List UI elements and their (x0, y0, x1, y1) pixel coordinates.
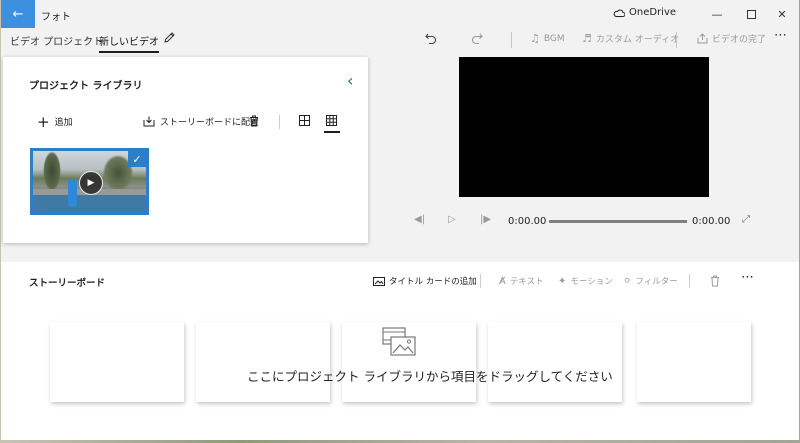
trash-icon (711, 275, 719, 287)
total-time: 0:00.00 (692, 216, 731, 227)
finish-video-button[interactable]: ビデオの完了 (697, 32, 766, 45)
music-note-icon: ♫ (530, 32, 540, 45)
text-button[interactable]: A̸ テキスト (499, 275, 544, 288)
thumbnail-scene (33, 195, 146, 212)
next-frame-button[interactable]: |▶ (480, 214, 491, 225)
title-card-icon (373, 276, 385, 286)
custom-audio-label: カスタム オーディオ (595, 35, 680, 45)
maximize-icon (746, 9, 756, 19)
storyboard-more-button[interactable]: ⋯ (741, 270, 754, 285)
storyboard-title: ストーリーボード (29, 278, 106, 289)
motion-label: モーション (570, 277, 613, 287)
undo-button[interactable] (424, 32, 437, 45)
media-placeholder-icon (382, 327, 416, 356)
thumbnail-scene (43, 151, 61, 191)
storyboard-slot (196, 322, 330, 402)
motion-icon: ✦ (558, 275, 567, 287)
breadcrumb-current-video[interactable]: 新しいビデオ (99, 33, 159, 53)
checkmark-icon[interactable]: ✓ (128, 151, 146, 167)
onedrive-button[interactable]: OneDrive (613, 7, 676, 18)
place-in-storyboard-label: ストーリーボードに配置 (160, 118, 260, 128)
close-icon: ✕ (777, 7, 787, 21)
collapse-library-button[interactable]: ‹ (347, 71, 353, 90)
chevron-right-icon: › (85, 32, 90, 45)
pencil-icon (164, 32, 175, 43)
step-forward-icon: |▶ (480, 214, 492, 225)
redo-button[interactable] (471, 32, 484, 45)
finish-video-label: ビデオの完了 (712, 35, 767, 45)
more-icon: ⋯ (741, 270, 754, 285)
play-button[interactable]: ▷ (448, 214, 456, 225)
grid-large-icon (299, 115, 310, 126)
storyboard-toolbar-divider (480, 274, 481, 288)
more-options-button[interactable]: ⋯ (774, 28, 787, 43)
previous-frame-button[interactable]: ◀| (414, 214, 425, 225)
project-library-title: プロジェクト ライブラリ (29, 81, 143, 92)
storyboard-toolbar-divider (689, 274, 690, 288)
bgm-label: BGM (543, 33, 565, 44)
rename-button[interactable] (163, 31, 176, 47)
add-button[interactable]: + 追加 (37, 112, 73, 131)
step-back-icon: ◀| (414, 214, 426, 225)
add-title-card-label: タイトル カードの追加 (389, 277, 477, 287)
place-in-storyboard-icon (143, 116, 155, 127)
expand-icon: ⤢ (742, 214, 750, 225)
maximize-button[interactable] (741, 4, 761, 24)
app-title: フォト (41, 12, 71, 23)
toolbar-divider (511, 32, 512, 48)
minimize-icon: — (711, 7, 723, 21)
library-toolbar-divider (279, 115, 280, 129)
play-icon: ▷ (448, 214, 456, 225)
trash-icon (250, 115, 258, 127)
text-icon: A̸ (499, 275, 506, 287)
photos-app-window: ← フォト OneDrive — ✕ ビデオ プロジェクト › 新しいビデオ ♫… (1, 0, 799, 440)
storyboard-slot (488, 322, 622, 402)
cloud-icon (613, 9, 625, 17)
chevron-left-icon: ‹ (347, 71, 354, 90)
storyboard-delete-button[interactable] (710, 275, 720, 287)
editor-toolbar: ビデオ プロジェクト › 新しいビデオ ♫ BGM ♬ カスタム オーディオ ビ… (1, 28, 799, 58)
custom-audio-button[interactable]: ♬ カスタム オーディオ (582, 32, 679, 45)
storyboard-empty-hint: ここにプロジェクト ライブラリから項目をドラッグしてください (247, 369, 613, 384)
large-grid-view-button[interactable] (299, 115, 310, 126)
storyboard-slot (50, 322, 184, 402)
storyboard-slot (637, 322, 751, 402)
back-button[interactable]: ← (1, 0, 35, 28)
audio-icon: ♬ (582, 32, 592, 45)
share-icon (697, 33, 708, 44)
project-library-panel: プロジェクト ライブラリ ‹ + 追加 ストーリーボードに配置 ▶ ✓ (3, 57, 368, 243)
delete-button[interactable] (249, 115, 259, 127)
play-icon: ▶ (79, 171, 103, 195)
fullscreen-button[interactable]: ⤢ (742, 214, 750, 225)
toolbar-divider (676, 32, 677, 48)
title-bar: ← フォト OneDrive — ✕ (1, 0, 799, 28)
current-time: 0:00.00 (508, 216, 547, 227)
text-label: テキスト (509, 277, 544, 287)
close-button[interactable]: ✕ (772, 4, 792, 24)
small-grid-view-button[interactable] (326, 115, 337, 126)
more-icon: ⋯ (774, 28, 787, 43)
filter-icon: ⚪ (623, 275, 632, 287)
plus-icon: + (37, 112, 50, 131)
seek-bar[interactable] (549, 220, 687, 223)
place-in-storyboard-button[interactable]: ストーリーボードに配置 (143, 115, 259, 128)
library-video-thumbnail[interactable]: ▶ ✓ (30, 148, 149, 215)
arrow-left-icon: ← (12, 6, 24, 22)
redo-icon (471, 33, 483, 45)
thumbnail-scene (68, 179, 77, 207)
filter-label: フィルター (635, 277, 678, 287)
video-preview (459, 57, 709, 197)
undo-icon (425, 33, 437, 45)
active-view-indicator (324, 131, 340, 133)
onedrive-label: OneDrive (629, 7, 677, 18)
bgm-button[interactable]: ♫ BGM (530, 32, 565, 45)
filter-button[interactable]: ⚪ フィルター (623, 275, 678, 288)
motion-button[interactable]: ✦ モーション (558, 275, 613, 288)
minimize-button[interactable]: — (707, 4, 727, 24)
add-label: 追加 (54, 118, 73, 128)
add-title-card-button[interactable]: タイトル カードの追加 (373, 275, 477, 287)
grid-small-icon (326, 115, 337, 126)
